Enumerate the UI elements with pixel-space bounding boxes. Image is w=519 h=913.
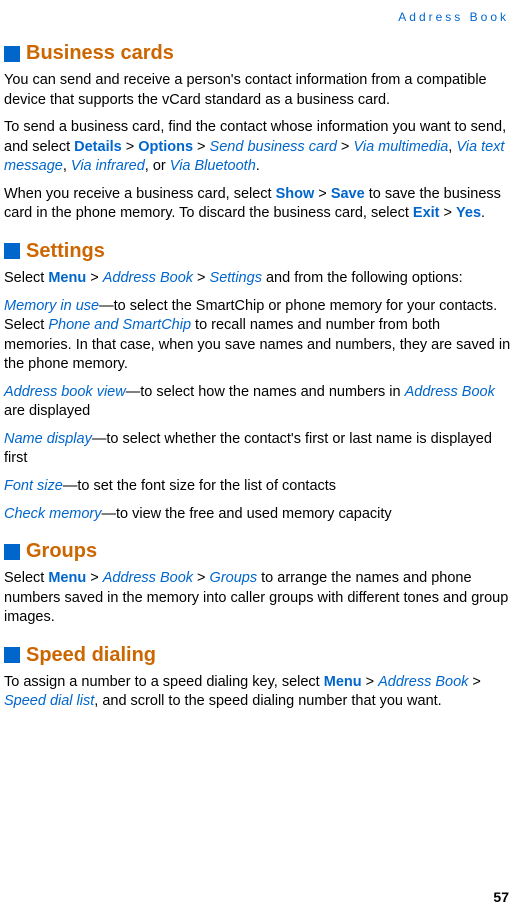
text: When you receive a business card, select (4, 186, 276, 202)
text: > (193, 570, 210, 586)
text: —to set the font size for the list of co… (63, 478, 336, 494)
heading-groups: Groups (26, 540, 97, 563)
text: . (256, 158, 260, 174)
menu-term: Via Bluetooth (170, 158, 256, 174)
option-term: Memory in use (4, 298, 99, 314)
paragraph: Address book view—to select how the name… (4, 383, 511, 422)
menu-term: Menu (48, 570, 86, 586)
paragraph: To assign a number to a speed dialing ke… (4, 673, 511, 712)
menu-term: Via multimedia (353, 139, 448, 155)
menu-term: Options (138, 139, 193, 155)
menu-term: Details (74, 139, 122, 155)
paragraph: To send a business card, find the contac… (4, 118, 511, 177)
text: , (63, 158, 71, 174)
page-header: Address Book (4, 10, 511, 24)
text: Select (4, 270, 48, 286)
text: and from the following options: (262, 270, 463, 286)
text: > (193, 139, 210, 155)
menu-term: Speed dial list (4, 693, 94, 709)
paragraph: Name display—to select whether the conta… (4, 430, 511, 469)
paragraph: You can send and receive a person's cont… (4, 71, 511, 110)
text: > (86, 270, 103, 286)
text: > (362, 674, 379, 690)
square-bullet-icon (4, 243, 20, 259)
heading-speed-dialing: Speed dialing (26, 644, 156, 667)
option-term: Address book view (4, 384, 126, 400)
text: To assign a number to a speed dialing ke… (4, 674, 324, 690)
square-bullet-icon (4, 647, 20, 663)
menu-term: Phone and SmartChip (48, 317, 191, 333)
text: > (440, 205, 457, 221)
paragraph: Memory in use—to select the SmartChip or… (4, 297, 511, 375)
paragraph: Select Menu > Address Book > Settings an… (4, 269, 511, 289)
text: > (337, 139, 354, 155)
menu-term: Yes (456, 205, 481, 221)
text: > (86, 570, 103, 586)
option-term: Font size (4, 478, 63, 494)
menu-term: Send business card (210, 139, 337, 155)
heading-settings: Settings (26, 240, 105, 263)
menu-term: Menu (48, 270, 86, 286)
text: > (314, 186, 331, 202)
menu-term: Exit (413, 205, 440, 221)
text: > (122, 139, 139, 155)
menu-term: Show (276, 186, 315, 202)
text: , or (145, 158, 170, 174)
text: —to view the free and used memory capaci… (102, 506, 392, 522)
menu-term: Address Book (405, 384, 495, 400)
square-bullet-icon (4, 544, 20, 560)
text: > (193, 270, 210, 286)
section-heading-business-cards: Business cards (4, 42, 511, 65)
text: , and scroll to the speed dialing number… (94, 693, 441, 709)
text: > (468, 674, 481, 690)
menu-term: Menu (324, 674, 362, 690)
section-heading-settings: Settings (4, 240, 511, 263)
section-heading-groups: Groups (4, 540, 511, 563)
paragraph: Select Menu > Address Book > Groups to a… (4, 569, 511, 628)
menu-term: Groups (210, 570, 258, 586)
section-heading-speed-dialing: Speed dialing (4, 644, 511, 667)
text: . (481, 205, 485, 221)
menu-term: Address Book (378, 674, 468, 690)
text: are displayed (4, 403, 90, 419)
menu-term: Address Book (103, 270, 193, 286)
paragraph: Check memory—to view the free and used m… (4, 505, 511, 525)
square-bullet-icon (4, 46, 20, 62)
option-term: Name display (4, 431, 92, 447)
menu-term: Settings (210, 270, 262, 286)
menu-term: Via infrared (71, 158, 145, 174)
paragraph: When you receive a business card, select… (4, 185, 511, 224)
text: —to select how the names and numbers in (126, 384, 405, 400)
page-number: 57 (493, 889, 509, 905)
menu-term: Save (331, 186, 365, 202)
menu-term: Address Book (103, 570, 193, 586)
text: Select (4, 570, 48, 586)
paragraph: Font size—to set the font size for the l… (4, 477, 511, 497)
option-term: Check memory (4, 506, 102, 522)
heading-business-cards: Business cards (26, 42, 174, 65)
